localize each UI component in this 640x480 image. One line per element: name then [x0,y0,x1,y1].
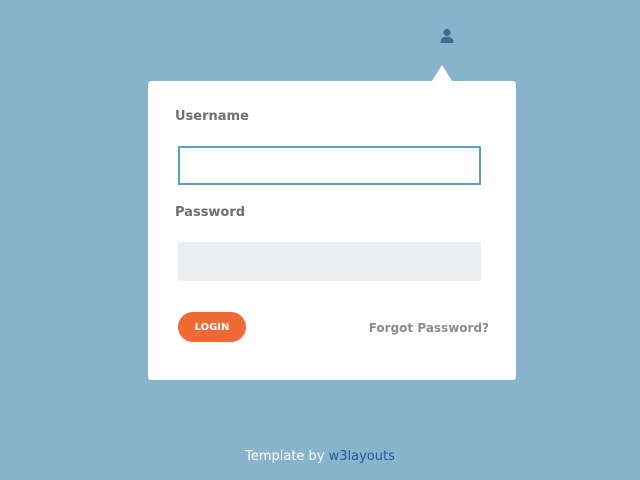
login-button[interactable]: LOGIN [178,312,246,342]
footer-credit: Template by w3layouts [0,449,640,464]
forgot-password-link[interactable]: Forgot Password? [369,321,489,335]
password-label: Password [175,205,246,220]
username-input[interactable] [178,146,481,185]
footer-prefix: Template by [245,449,329,464]
user-icon[interactable] [438,27,456,45]
login-panel: Username Password LOGIN Forgot Password? [148,81,516,380]
footer-link[interactable]: w3layouts [329,449,395,464]
password-input[interactable] [178,242,481,281]
username-label: Username [175,109,249,124]
panel-pointer [432,65,452,81]
